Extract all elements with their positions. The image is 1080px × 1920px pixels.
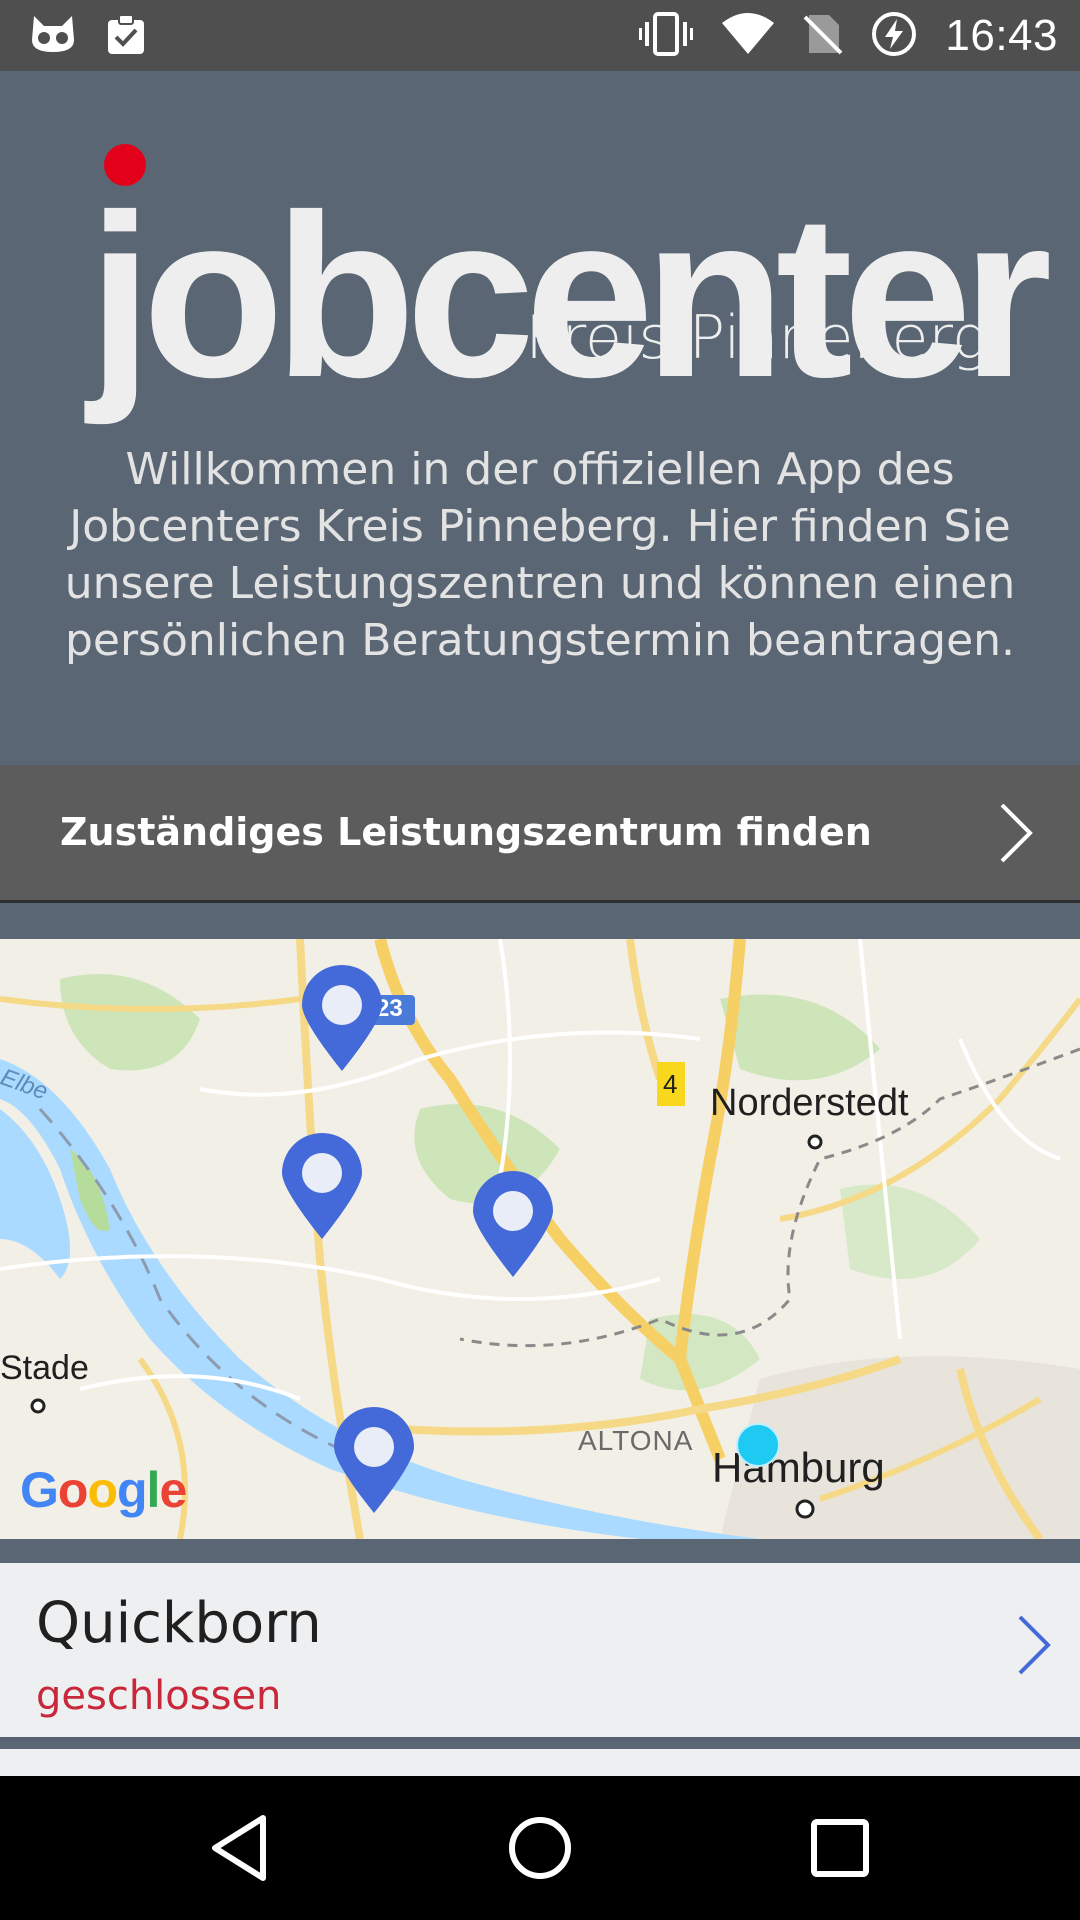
google-logo: Google — [20, 1462, 187, 1518]
status-bar: 16:43 — [0, 0, 1080, 71]
map-pin-icon[interactable] — [471, 1171, 555, 1279]
map-view[interactable]: 23 4 Elbe Norderstedt Stade ALTONA Hambu… — [0, 939, 1080, 1539]
welcome-text: Willkommen in der offiziellen App des Jo… — [64, 444, 1016, 666]
map-pin-icon[interactable] — [300, 965, 384, 1073]
list-item[interactable]: Quickborn geschlossen — [0, 1563, 1080, 1741]
map-label-altona: ALTONA — [578, 1425, 694, 1456]
map-label-road-4: 4 — [663, 1069, 678, 1099]
map-pin-icon[interactable] — [332, 1407, 416, 1515]
battery-charging-icon — [871, 11, 917, 61]
location-name: Quickborn — [36, 1591, 322, 1656]
logo-subtitle: Kreis Pinneberg — [522, 303, 988, 373]
chevron-right-icon — [996, 801, 1036, 869]
find-center-label: Zuständiges Leistungszentrum finden — [60, 810, 872, 854]
map-pin-icon[interactable] — [280, 1133, 364, 1241]
current-location-dot — [736, 1423, 780, 1467]
no-sim-icon — [803, 11, 843, 61]
vibrate-icon — [639, 11, 694, 60]
find-center-button[interactable]: Zuständiges Leistungszentrum finden — [0, 765, 1080, 903]
home-icon[interactable] — [500, 1808, 580, 1888]
list-item[interactable] — [0, 1749, 1080, 1779]
map-label-norderstedt: Norderstedt — [710, 1082, 909, 1124]
cat-face-icon — [30, 14, 76, 58]
back-icon[interactable] — [201, 1808, 281, 1888]
clock: 16:43 — [945, 10, 1058, 60]
wifi-icon — [721, 12, 775, 59]
recents-icon[interactable] — [800, 1808, 880, 1888]
logo-wordmark: jobcenter — [88, 167, 1052, 426]
navigation-bar — [0, 1776, 1080, 1920]
clipboard-check-icon — [104, 12, 148, 60]
location-status: geschlossen — [36, 1673, 282, 1719]
chevron-right-icon — [1016, 1613, 1052, 1681]
map-label-stade: Stade — [0, 1349, 89, 1387]
header: jobcenter Kreis Pinneberg Willkommen in … — [0, 71, 1080, 765]
